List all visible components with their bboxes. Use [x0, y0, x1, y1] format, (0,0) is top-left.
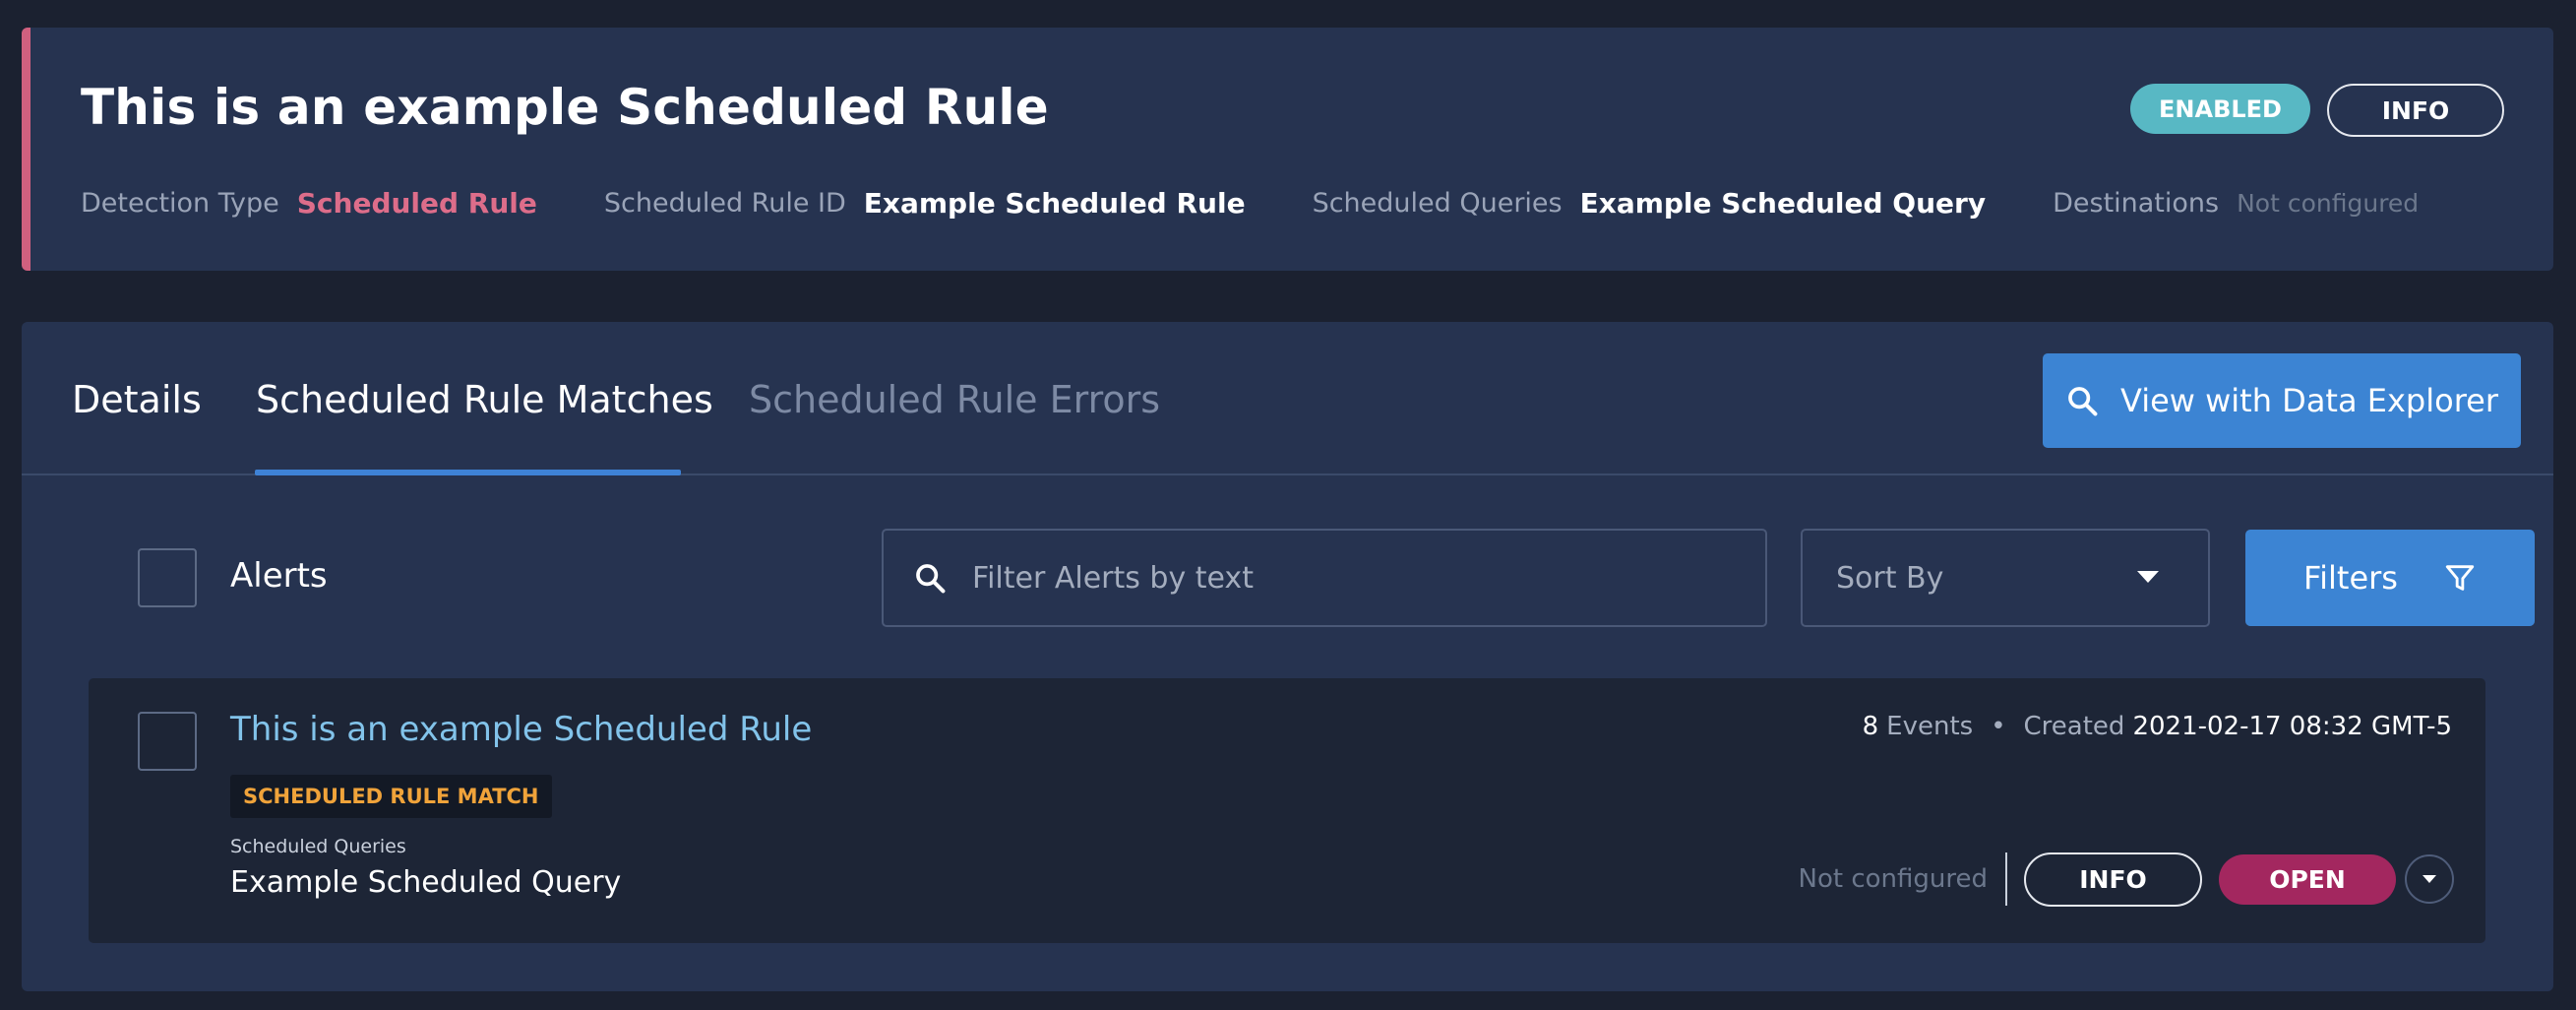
view-with-data-explorer-label: View with Data Explorer	[2120, 382, 2498, 419]
chevron-down-icon	[2423, 874, 2436, 883]
scheduled-queries-field: Scheduled Queries Example Scheduled Quer…	[1313, 187, 1987, 220]
enabled-status-badge: ENABLED	[2130, 84, 2310, 134]
filters-button[interactable]: Filters	[2245, 530, 2535, 626]
rule-matches-panel: Details Scheduled Rule Matches Scheduled…	[22, 322, 2553, 991]
alert-severity-badge: INFO	[2024, 852, 2202, 907]
destinations-label: Destinations	[2053, 187, 2220, 219]
alert-queries-label: Scheduled Queries	[230, 836, 406, 857]
destinations-value: Not configured	[2237, 188, 2420, 218]
alert-title-link[interactable]: This is an example Scheduled Rule	[230, 710, 812, 749]
alert-queries-value: Example Scheduled Query	[230, 865, 622, 900]
page-title: This is an example Scheduled Rule	[81, 79, 1049, 136]
severity-badge: INFO	[2327, 84, 2504, 137]
rule-id-label: Scheduled Rule ID	[603, 187, 846, 219]
view-with-data-explorer-button[interactable]: View with Data Explorer	[2043, 353, 2521, 448]
alert-search-field[interactable]	[882, 529, 1767, 627]
scheduled-queries-label: Scheduled Queries	[1312, 187, 1563, 219]
alert-type-badge: SCHEDULED RULE MATCH	[230, 775, 552, 818]
tab-details[interactable]: Details	[72, 371, 202, 428]
alert-meta: 8 Events • Created 2021-02-17 08:32 GMT-…	[1863, 712, 2452, 741]
chevron-down-icon	[2137, 571, 2159, 583]
search-icon	[2068, 387, 2098, 416]
detection-type-value: Scheduled Rule	[296, 186, 537, 220]
filter-icon	[2445, 565, 2475, 591]
active-tab-indicator	[255, 470, 681, 475]
search-icon	[916, 564, 946, 594]
alert-checkbox[interactable]	[138, 712, 197, 771]
alert-actions: Not configured INFO OPEN	[1799, 852, 2454, 907]
divider	[2005, 852, 2007, 906]
filters-label: Filters	[2303, 559, 2398, 597]
meta-separator: •	[1991, 712, 2006, 741]
detection-type-label: Detection Type	[81, 187, 279, 219]
alert-search-input[interactable]	[972, 560, 1740, 596]
tab-scheduled-rule-errors[interactable]: Scheduled Rule Errors	[749, 371, 1160, 428]
tab-scheduled-rule-matches[interactable]: Scheduled Rule Matches	[256, 371, 713, 428]
alert-status-button[interactable]: OPEN	[2219, 853, 2396, 905]
status-dropdown-toggle[interactable]	[2405, 854, 2454, 904]
rule-id-value: Example Scheduled Rule	[863, 186, 1246, 220]
severity-accent-bar	[22, 28, 31, 271]
rule-header-card: This is an example Scheduled Rule ENABLE…	[22, 28, 2553, 271]
alert-list-item[interactable]: This is an example Scheduled Rule SCHEDU…	[89, 678, 2485, 943]
sort-by-placeholder: Sort By	[1836, 560, 1944, 596]
events-label: Events	[1886, 712, 1974, 741]
select-all-checkbox[interactable]	[138, 548, 197, 607]
created-label: Created	[2023, 712, 2125, 741]
event-count: 8	[1862, 712, 1879, 741]
rule-id-field: Scheduled Rule ID Example Scheduled Rule	[604, 187, 1246, 220]
detection-type-field: Detection Type Scheduled Rule	[81, 187, 537, 220]
created-timestamp: 2021-02-17 08:32 GMT-5	[2132, 712, 2452, 741]
sort-by-dropdown[interactable]: Sort By	[1801, 529, 2210, 627]
destinations-status: Not configured	[1798, 864, 1988, 894]
scheduled-queries-link[interactable]: Example Scheduled Query	[1580, 187, 1986, 220]
tab-bar: Details Scheduled Rule Matches Scheduled…	[22, 322, 2553, 475]
rule-metadata: Detection Type Scheduled Rule Scheduled …	[81, 183, 2485, 222]
select-all-label: Alerts	[230, 556, 328, 596]
destinations-field: Destinations Not configured	[2053, 188, 2419, 219]
